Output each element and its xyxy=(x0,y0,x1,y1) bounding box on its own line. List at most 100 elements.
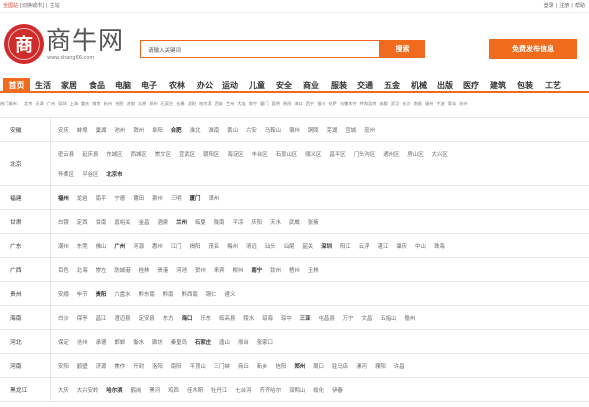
province-name[interactable]: 海南 xyxy=(0,306,51,329)
city-link[interactable]: 周口 xyxy=(313,362,324,370)
city-link[interactable]: 宿州 xyxy=(289,126,300,134)
city-link[interactable]: 合肥 xyxy=(171,126,182,134)
city-link[interactable]: 房山区 xyxy=(407,150,423,158)
city-link[interactable]: 东莞 xyxy=(77,242,88,250)
city-link[interactable]: 哈尔滨 xyxy=(106,386,122,394)
city-link[interactable]: 澄迈县 xyxy=(114,314,130,322)
city-link[interactable]: 柳州 xyxy=(233,266,244,274)
city-link[interactable]: 宣武区 xyxy=(179,150,195,158)
city-link[interactable]: 崇左 xyxy=(96,266,107,274)
city-link[interactable]: 佳木斯 xyxy=(187,386,203,394)
hot-city-link[interactable]: 太原 xyxy=(138,101,146,106)
city-link[interactable]: 北京市 xyxy=(106,170,122,178)
city-link[interactable]: 六盘水 xyxy=(114,290,130,298)
city-link[interactable]: 大兴区 xyxy=(432,150,448,158)
switch-city-link[interactable]: [切换城市] xyxy=(20,3,44,10)
city-link[interactable]: 绥化 xyxy=(313,386,324,394)
hot-city-link[interactable]: 西宁 xyxy=(306,101,314,106)
nav-tab-0[interactable]: 首页 xyxy=(3,78,30,92)
hot-city-link[interactable]: 宁波 xyxy=(436,101,444,106)
city-link[interactable]: 信阳 xyxy=(276,362,287,370)
nav-tab-3[interactable]: 食品 xyxy=(86,78,108,92)
hot-city-link[interactable]: 南昌 xyxy=(414,101,422,106)
city-link[interactable]: 临高县 xyxy=(219,314,235,322)
city-link[interactable]: 临夏 xyxy=(195,218,206,226)
city-link[interactable]: 黔南 xyxy=(163,290,174,298)
city-link[interactable]: 防城港 xyxy=(114,266,130,274)
city-link[interactable]: 石景山区 xyxy=(276,150,298,158)
city-link[interactable]: 安顺 xyxy=(58,290,69,298)
nav-tab-8[interactable]: 运动 xyxy=(219,78,241,92)
city-link[interactable]: 齐齐哈尔 xyxy=(260,386,282,394)
help-link[interactable]: 帮助 xyxy=(575,3,585,10)
city-link[interactable]: 儋州 xyxy=(405,314,416,322)
city-link[interactable]: 大兴安岭 xyxy=(77,386,99,394)
city-link[interactable]: 滁州 xyxy=(133,126,144,134)
nav-tab-19[interactable]: 包装 xyxy=(514,78,536,92)
city-link[interactable]: 洛阳 xyxy=(152,362,163,370)
city-link[interactable]: 梅州 xyxy=(227,242,238,250)
city-link[interactable]: 鸡西 xyxy=(168,386,179,394)
hot-city-link[interactable]: 银川 xyxy=(317,101,325,106)
hot-city-link[interactable]: 上海 xyxy=(70,101,78,106)
city-link[interactable]: 承德 xyxy=(96,338,107,346)
city-link[interactable]: 百色 xyxy=(58,266,69,274)
city-link[interactable]: 大庆 xyxy=(58,386,69,394)
city-link[interactable]: 定西 xyxy=(77,218,88,226)
city-link[interactable]: 鹤壁 xyxy=(77,362,88,370)
hot-city-link[interactable]: 南京 xyxy=(92,101,100,106)
nav-tab-1[interactable]: 生活 xyxy=(32,78,54,92)
city-link[interactable]: 文昌 xyxy=(362,314,373,322)
city-link[interactable]: 贵阳 xyxy=(96,290,107,298)
nav-tab-5[interactable]: 电子 xyxy=(138,78,160,92)
city-link[interactable]: 东城区 xyxy=(106,150,122,158)
city-link[interactable]: 廊坊 xyxy=(152,338,163,346)
hot-city-link[interactable]: 武汉 xyxy=(391,101,399,106)
hot-city-link[interactable]: 长春 xyxy=(176,101,184,106)
city-link[interactable]: 泉州 xyxy=(152,194,163,202)
city-link[interactable]: 商丘 xyxy=(238,362,249,370)
city-link[interactable]: 陵水 xyxy=(243,314,254,322)
province-name[interactable]: 黑龙江 xyxy=(0,378,51,401)
hot-city-link[interactable]: 成都 xyxy=(379,101,387,106)
city-link[interactable]: 安阳 xyxy=(58,362,69,370)
city-link[interactable]: 佛山 xyxy=(96,242,107,250)
city-link[interactable]: 清远 xyxy=(246,242,257,250)
city-link[interactable]: 白银 xyxy=(58,218,69,226)
nav-tab-15[interactable]: 机械 xyxy=(408,78,430,92)
city-link[interactable]: 酒泉 xyxy=(157,218,168,226)
city-link[interactable]: 巢湖 xyxy=(96,126,107,134)
city-link[interactable]: 池州 xyxy=(114,126,125,134)
city-link[interactable]: 通州区 xyxy=(383,150,399,158)
hot-city-link[interactable]: 哈尔滨 xyxy=(199,101,212,106)
hot-city-link[interactable]: 海口 xyxy=(294,101,302,106)
city-link[interactable]: 海口 xyxy=(182,314,193,322)
city-link[interactable]: 安庆 xyxy=(58,126,69,134)
city-link[interactable]: 北海 xyxy=(77,266,88,274)
nav-tab-2[interactable]: 家居 xyxy=(58,78,80,92)
province-name[interactable]: 广西 xyxy=(0,258,51,281)
city-link[interactable]: 毕节 xyxy=(77,290,88,298)
city-link[interactable]: 怀柔区 xyxy=(58,170,74,178)
city-link[interactable]: 石家庄 xyxy=(195,338,211,346)
city-link[interactable]: 平谷区 xyxy=(82,170,98,178)
city-link[interactable]: 天水 xyxy=(270,218,281,226)
hot-city-link[interactable]: 青岛 xyxy=(448,101,456,106)
city-link[interactable]: 武威 xyxy=(289,218,300,226)
city-link[interactable]: 保亭 xyxy=(77,314,88,322)
province-name[interactable]: 广东 xyxy=(0,234,51,257)
city-link[interactable]: 开封 xyxy=(133,362,144,370)
city-link[interactable]: 莆田 xyxy=(133,194,144,202)
city-link[interactable]: 顺义区 xyxy=(305,150,321,158)
city-link[interactable]: 昌平区 xyxy=(329,150,345,158)
main-site-link[interactable]: 主站 xyxy=(50,3,60,10)
city-link[interactable]: 南平 xyxy=(96,194,107,202)
city-link[interactable]: 鹤岗 xyxy=(131,386,142,394)
hot-city-link[interactable]: 兰州 xyxy=(226,101,234,106)
city-link[interactable]: 崇文区 xyxy=(155,150,171,158)
city-link[interactable]: 西城区 xyxy=(131,150,147,158)
city-link[interactable]: 铜陵 xyxy=(308,126,319,134)
nav-tab-9[interactable]: 儿童 xyxy=(246,78,268,92)
city-link[interactable]: 龙岩 xyxy=(77,194,88,202)
nav-tab-14[interactable]: 五金 xyxy=(381,78,403,92)
